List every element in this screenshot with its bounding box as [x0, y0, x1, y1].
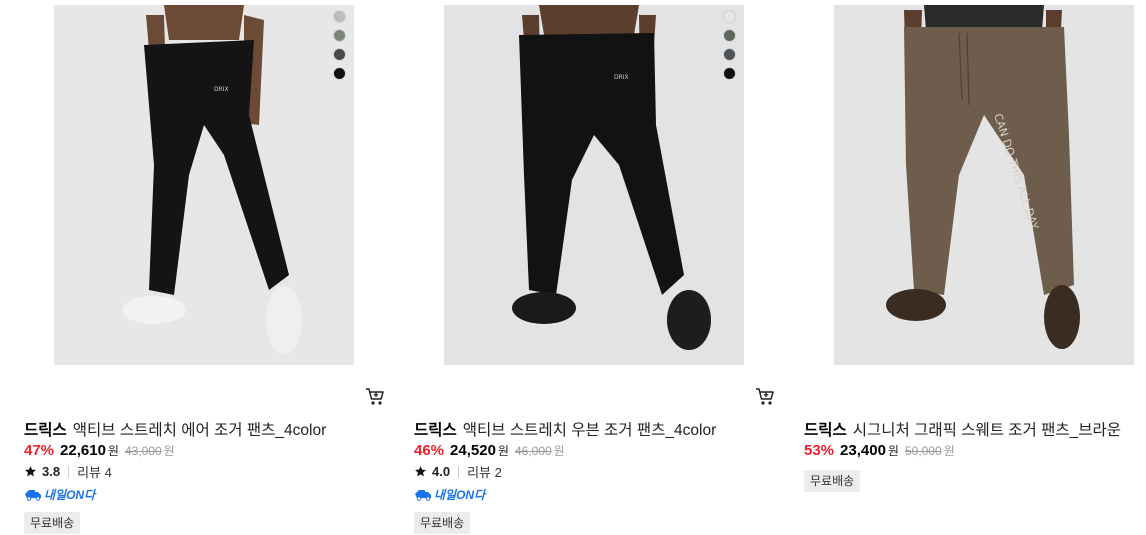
delivery-truck-icon — [25, 490, 41, 501]
original-currency: 원 — [943, 444, 955, 458]
product-title[interactable]: 드릭스 시그니처 그래픽 스웨트 조거 팬츠_브라운 — [804, 418, 1121, 440]
swatch-light-gray[interactable] — [334, 11, 345, 22]
discount-rate: 46% — [414, 442, 445, 459]
delivery-truck-icon — [415, 490, 431, 501]
product-card-3[interactable]: CAN DO THIS ALL DAY 드릭스 시그니처 그래픽 스웨트 조거 팬… — [780, 0, 1140, 535]
product-title[interactable]: 드릭스 액티브 스트레치 에어 조거 팬츠_4color — [24, 418, 326, 440]
review-count: 리뷰 2 — [467, 465, 502, 480]
divider — [68, 465, 70, 478]
cart-icon[interactable] — [754, 385, 776, 407]
free-shipping-badge: 무료배송 — [24, 512, 81, 534]
naeil-on-label: 내일ON다 — [434, 487, 486, 502]
discount-rate: 53% — [804, 442, 835, 459]
price-row: 53% 23,400 원 50,000 원 — [804, 442, 955, 459]
price-row: 47% 22,610 원 43,000 원 — [24, 442, 175, 459]
original-price: 46,000 — [514, 444, 552, 458]
sale-price: 23,400 — [840, 442, 886, 459]
currency: 원 — [497, 444, 509, 458]
sale-price: 22,610 — [60, 442, 106, 459]
brand-name[interactable]: 드릭스 — [24, 422, 67, 439]
sale-price: 24,520 — [450, 442, 496, 459]
original-price: 43,000 — [124, 444, 162, 458]
product-card-2[interactable]: DRIX 드릭스 액티브 스트레치 우븐 조거 팬츠_4color 46% 24,… — [390, 0, 774, 535]
naeil-on-badge: 내일ON다 — [414, 486, 485, 502]
color-swatches — [334, 11, 346, 87]
swatch-slate[interactable] — [724, 49, 735, 60]
free-shipping-badge: 무료배송 — [804, 470, 861, 492]
naeil-on-badge: 내일ON다 — [24, 486, 95, 502]
swatch-charcoal[interactable] — [334, 49, 345, 60]
swatch-khaki[interactable] — [724, 30, 735, 41]
swatch-olive[interactable] — [334, 30, 345, 41]
product-title[interactable]: 드릭스 액티브 스트레치 우븐 조거 팬츠_4color — [414, 418, 716, 440]
free-shipping-badge: 무료배송 — [414, 512, 471, 534]
rating-row: 3.8 리뷰 4 — [24, 462, 112, 481]
swatch-black[interactable] — [334, 68, 345, 79]
rating-value: 3.8 — [42, 464, 61, 479]
price-row: 46% 24,520 원 46,000 원 — [414, 442, 565, 459]
swatch-black[interactable] — [724, 68, 735, 79]
rating-row: 4.0 리뷰 2 — [414, 462, 502, 481]
original-currency: 원 — [553, 444, 565, 458]
brand-name[interactable]: 드릭스 — [804, 422, 847, 439]
naeil-on-label: 내일ON다 — [44, 487, 96, 502]
review-count: 리뷰 4 — [77, 465, 112, 480]
product-image[interactable]: DRIX — [444, 5, 744, 365]
currency: 원 — [107, 444, 119, 458]
cart-icon[interactable] — [364, 385, 386, 407]
currency: 원 — [887, 444, 899, 458]
svg-text:DRIX: DRIX — [214, 86, 229, 93]
svg-text:DRIX: DRIX — [614, 74, 629, 81]
product-name[interactable]: 액티브 스트레치 에어 조거 팬츠_4color — [73, 422, 326, 439]
original-price: 50,000 — [904, 444, 942, 458]
product-name[interactable]: 시그니처 그래픽 스웨트 조거 팬츠_브라운 — [853, 422, 1121, 439]
star-icon — [25, 466, 36, 477]
product-card-1[interactable]: DRIX 드릭스 액티브 스트레치 에어 조거 팬츠_4color 47% 22,… — [0, 0, 384, 535]
discount-rate: 47% — [24, 442, 55, 459]
rating-value: 4.0 — [432, 464, 451, 479]
color-swatches — [724, 11, 736, 87]
original-currency: 원 — [163, 444, 175, 458]
brand-name[interactable]: 드릭스 — [414, 422, 457, 439]
product-name[interactable]: 액티브 스트레치 우븐 조거 팬츠_4color — [463, 422, 716, 439]
product-image[interactable]: CAN DO THIS ALL DAY — [834, 5, 1134, 365]
divider — [458, 465, 460, 478]
star-icon — [415, 466, 426, 477]
product-image[interactable]: DRIX — [54, 5, 354, 365]
swatch-white[interactable] — [724, 11, 735, 22]
